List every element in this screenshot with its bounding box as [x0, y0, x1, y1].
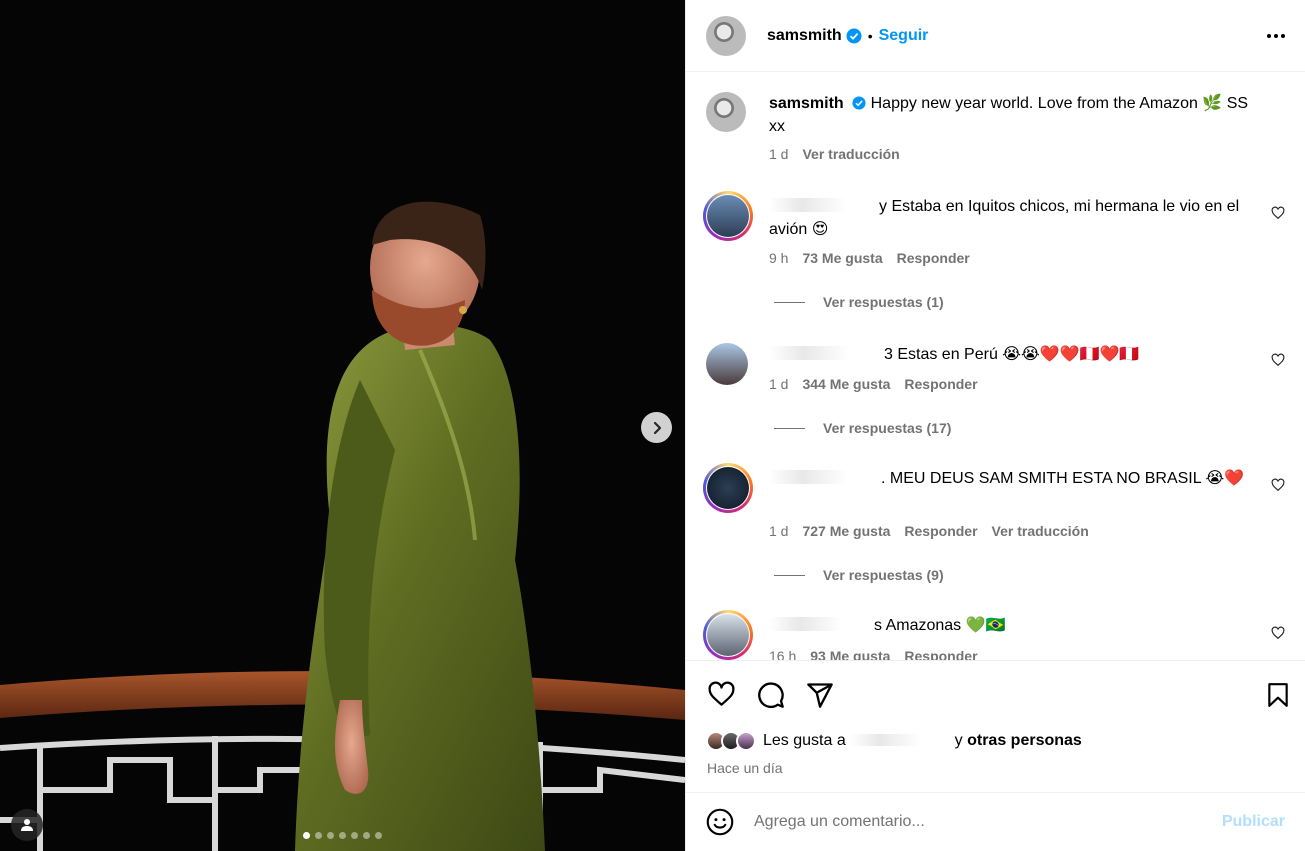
comment-text: 3 Estas en Perú 😭😭❤️❤️🇵🇪❤️🇵🇪	[884, 346, 1140, 363]
carousel-dot	[327, 832, 334, 839]
comment-reply-button[interactable]: Responder	[897, 250, 970, 266]
post-header: samsmith • Seguir	[686, 0, 1305, 72]
post-actions: Les gusta a y otras personas Hace un día	[686, 660, 1305, 792]
likes-prefix: Les gusta a	[763, 732, 846, 749]
caption-translate[interactable]: Ver traducción	[802, 146, 899, 162]
commenter-username[interactable]	[769, 346, 884, 360]
carousel-dot	[339, 832, 346, 839]
comment-likes[interactable]: 73 Me gusta	[802, 250, 882, 266]
verified-badge-icon	[852, 96, 866, 110]
post-sidebar: samsmith • Seguir samsmith Happy new yea…	[685, 0, 1305, 851]
liker-avatar[interactable]	[736, 731, 756, 751]
caption-author-avatar[interactable]	[706, 92, 746, 132]
comment-composer: Publicar	[686, 792, 1305, 851]
action-bar	[707, 681, 1291, 709]
caption-meta: 1 d Ver traducción	[769, 146, 900, 162]
separator-dot: •	[867, 27, 873, 44]
commenter-avatar	[707, 467, 749, 509]
likes-others[interactable]: otras personas	[967, 732, 1082, 749]
comment-age[interactable]: 1 d	[769, 523, 788, 539]
carousel-dot	[351, 832, 358, 839]
commenter-username[interactable]	[769, 470, 881, 484]
post-media	[0, 0, 685, 851]
comment-text: . MEU DEUS SAM SMITH ESTA NO BRASIL 😭❤️	[881, 470, 1245, 487]
comment-like-heart-icon[interactable]	[1271, 206, 1285, 220]
post-dialog: samsmith • Seguir samsmith Happy new yea…	[0, 0, 1305, 851]
more-options-icon[interactable]	[1267, 33, 1285, 38]
comment-meta: 16 h 93 Me gusta Responder	[769, 648, 978, 660]
comment-text: s Amazonas 💚🇧🇷	[874, 617, 1006, 634]
comment-meta: 1 d 344 Me gusta Responder	[769, 376, 978, 392]
comment-text-block: s Amazonas 💚🇧🇷	[769, 614, 1249, 637]
comment-translate[interactable]: Ver traducción	[992, 523, 1089, 539]
carousel-indicator	[0, 832, 685, 839]
comment-likes[interactable]: 344 Me gusta	[802, 376, 890, 392]
comment-item: 3 Estas en Perú 😭😭❤️❤️🇵🇪❤️🇵🇪 1 d 344 Me …	[706, 341, 1291, 441]
likes-connector: y	[954, 732, 963, 749]
caption-text-block: samsmith Happy new year world. Love from…	[769, 92, 1249, 138]
story-ring[interactable]	[703, 610, 753, 660]
comment-item: y Estaba en Iquitos chicos, mi hermana l…	[703, 191, 1291, 311]
heart-icon[interactable]	[707, 681, 736, 708]
post-photo	[0, 0, 685, 851]
story-ring[interactable]	[703, 463, 753, 513]
likes-summary: Les gusta a y otras personas	[706, 731, 1082, 751]
comment-item: s Amazonas 💚🇧🇷 16 h 93 Me gusta Responde…	[703, 610, 1291, 660]
comment-reply-button[interactable]: Responder	[904, 376, 977, 392]
commenter-avatar[interactable]	[706, 343, 748, 385]
comment-icon[interactable]	[757, 681, 785, 709]
commenter-username[interactable]	[769, 617, 874, 631]
liker-username[interactable]	[850, 734, 951, 746]
view-replies-button[interactable]: Ver respuestas (9)	[774, 567, 944, 583]
commenter-avatar	[707, 614, 749, 656]
verified-badge-icon	[846, 28, 862, 43]
commenter-avatar	[707, 195, 749, 237]
comment-reply-button[interactable]: Responder	[904, 523, 977, 539]
author-username[interactable]: samsmith	[767, 27, 842, 45]
author-avatar[interactable]	[706, 15, 746, 56]
comment-age[interactable]: 1 d	[769, 376, 788, 392]
carousel-dot	[315, 832, 322, 839]
comment-text-block: . MEU DEUS SAM SMITH ESTA NO BRASIL 😭❤️	[769, 467, 1249, 490]
comment-input[interactable]	[754, 813, 1222, 831]
carousel-dot	[375, 832, 382, 839]
follow-button[interactable]: Seguir	[879, 27, 929, 45]
next-slide-button[interactable]	[641, 412, 672, 443]
comment-like-heart-icon[interactable]	[1271, 353, 1285, 367]
comment-age[interactable]: 9 h	[769, 250, 788, 266]
emoji-icon[interactable]	[706, 808, 734, 836]
commenter-username[interactable]	[769, 198, 879, 212]
bookmark-icon[interactable]	[1265, 681, 1291, 709]
likes-text: Les gusta a y otras personas	[763, 732, 1082, 750]
comment-reply-button[interactable]: Responder	[904, 648, 977, 660]
story-ring[interactable]	[703, 191, 753, 241]
user-tag-icon	[21, 819, 33, 831]
send-icon[interactable]	[806, 681, 834, 709]
comment-like-heart-icon[interactable]	[1271, 478, 1285, 492]
caption: samsmith Happy new year world. Love from…	[706, 90, 1291, 170]
comment-text-block: 3 Estas en Perú 😭😭❤️❤️🇵🇪❤️🇵🇪	[769, 343, 1249, 366]
comment-text-block: y Estaba en Iquitos chicos, mi hermana l…	[769, 195, 1249, 241]
comment-age[interactable]: 16 h	[769, 648, 796, 660]
comment-like-heart-icon[interactable]	[1271, 626, 1285, 640]
comment-likes[interactable]: 93 Me gusta	[810, 648, 890, 660]
comment-likes[interactable]: 727 Me gusta	[802, 523, 890, 539]
comment-meta: 9 h 73 Me gusta Responder	[769, 250, 970, 266]
comment-item: . MEU DEUS SAM SMITH ESTA NO BRASIL 😭❤️ …	[703, 463, 1291, 583]
carousel-dot	[363, 832, 370, 839]
chevron-right-icon	[653, 421, 661, 434]
caption-author[interactable]: samsmith	[769, 95, 844, 112]
caption-age[interactable]: 1 d	[769, 146, 788, 162]
post-timestamp[interactable]: Hace un día	[707, 760, 783, 776]
view-replies-button[interactable]: Ver respuestas (17)	[774, 420, 951, 436]
comments-list[interactable]: samsmith Happy new year world. Love from…	[686, 73, 1305, 660]
view-replies-button[interactable]: Ver respuestas (1)	[774, 294, 944, 310]
carousel-dot	[303, 832, 310, 839]
publish-button[interactable]: Publicar	[1222, 813, 1285, 831]
comment-meta: 1 d 727 Me gusta Responder Ver traducció…	[769, 523, 1089, 539]
